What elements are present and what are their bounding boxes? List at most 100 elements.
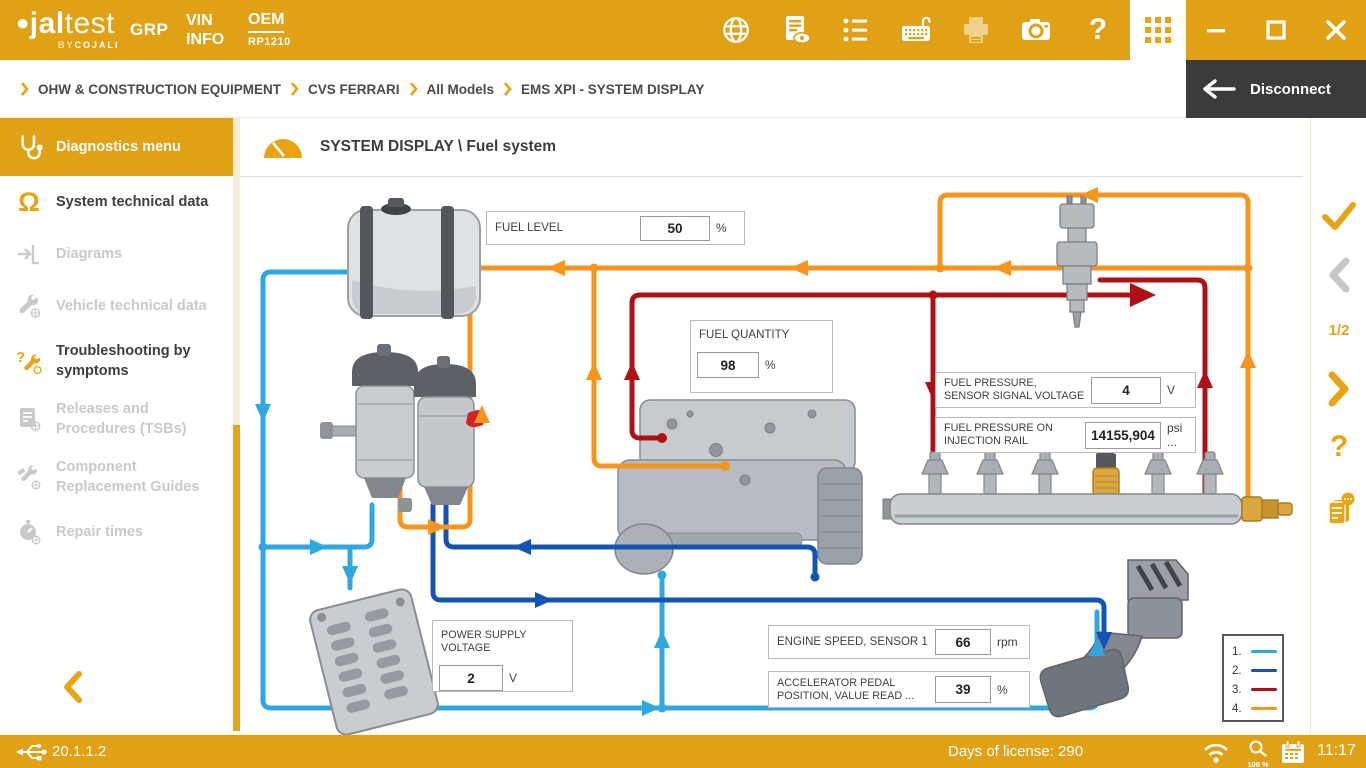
- breadcrumb-item-model[interactable]: All Models: [427, 82, 495, 97]
- back-arrow-icon: [1202, 78, 1238, 100]
- gauge-fuel-quantity: FUEL QUANTITY 98 %: [690, 320, 833, 393]
- fuel-rail-graphic: [883, 446, 1292, 524]
- calendar-icon[interactable]: [1280, 740, 1306, 768]
- legend-line-darkblue: [1251, 669, 1277, 673]
- omega-icon: Ω: [14, 187, 44, 217]
- svg-text:?: ?: [16, 349, 25, 366]
- document-stack-icon: [14, 404, 44, 434]
- status-bar: 20.1.1.2 Days of license: 290 100 % 11:1…: [0, 735, 1366, 768]
- gauge-power-supply-voltage: POWER SUPPLY VOLTAGE 2 V: [432, 620, 573, 692]
- ecu-graphic: [308, 587, 440, 735]
- version-label: 20.1.1.2: [52, 743, 106, 760]
- fuel-pressure-voltage-value[interactable]: 4: [1091, 377, 1161, 404]
- keyboard-icon[interactable]: [896, 13, 936, 47]
- vin-info-button[interactable]: VIN INFO: [186, 11, 224, 49]
- main-area: Diagnostics menu Ω System technical data…: [0, 118, 1366, 735]
- breadcrumb-item-system[interactable]: EMS XPI - SYSTEM DISPLAY: [521, 82, 704, 97]
- clock-label: 11:17: [1317, 742, 1356, 760]
- sidebar-item-releases-procedures[interactable]: Releases and Procedures (TSBs): [0, 390, 233, 448]
- legend-line-darkred: [1251, 688, 1277, 692]
- minimize-button[interactable]: [1194, 14, 1238, 46]
- breadcrumb-chevron-icon: [409, 82, 418, 96]
- jaltest-logo: ●jaltest BYCOJALI: [16, 8, 120, 50]
- breadcrumb-bar: OHW & CONSTRUCTION EQUIPMENT CVS FERRARI…: [0, 60, 1366, 118]
- app-window: ●jaltest BYCOJALI GRP VIN INFO OEM RP121…: [0, 0, 1366, 768]
- top-bar: ●jaltest BYCOJALI GRP VIN INFO OEM RP121…: [0, 0, 1366, 60]
- fuel-doc-icon: [1321, 490, 1357, 526]
- diagram-plug-icon: [14, 239, 44, 269]
- pipe-legend: 1. 2. 3. 4.: [1222, 634, 1284, 722]
- fuel-quantity-value[interactable]: 98: [697, 352, 759, 378]
- magnifier-icon: [1247, 739, 1269, 757]
- legend-line-lightblue: [1251, 650, 1277, 654]
- page-indicator: 1/2: [1311, 322, 1366, 339]
- sidebar-item-system-technical-data[interactable]: Ω System technical data: [0, 176, 233, 228]
- breadcrumb-chevron-icon: [290, 82, 299, 96]
- rail-pressure-value[interactable]: 14155,904: [1085, 422, 1161, 449]
- grp-button[interactable]: GRP: [130, 20, 168, 40]
- page-title: SYSTEM DISPLAY \ Fuel system: [320, 138, 556, 156]
- print-icon[interactable]: [956, 13, 996, 47]
- tools-icon: [14, 462, 44, 492]
- prev-page-button[interactable]: [1311, 256, 1366, 294]
- gauge-accelerator-pedal-position: ACCELERATOR PEDAL POSITION, VALUE READ .…: [768, 671, 1030, 708]
- logo-dot-icon: ●: [16, 10, 30, 35]
- list-menu-icon[interactable]: [836, 13, 876, 47]
- accelerator-pedal-graphic: [1040, 560, 1188, 717]
- sidebar-item-component-replacement-guides[interactable]: Component Replacement Guides: [0, 448, 233, 506]
- breadcrumb-chevron-icon: [20, 82, 29, 96]
- pedal-position-value[interactable]: 39: [935, 676, 991, 703]
- right-toolbar: 1/2 ?: [1310, 118, 1366, 735]
- check-icon: [1321, 200, 1357, 232]
- fuel-system-doc-button[interactable]: [1311, 490, 1366, 526]
- close-button[interactable]: [1314, 14, 1358, 46]
- help-icon[interactable]: ?: [1078, 13, 1118, 47]
- oem-rp1210-button[interactable]: OEM RP1210: [248, 11, 291, 48]
- grid-icon: [1143, 15, 1173, 45]
- language-globe-icon[interactable]: [716, 13, 756, 47]
- fuel-filters-graphic: [320, 344, 486, 512]
- maximize-button[interactable]: [1254, 14, 1298, 46]
- stopwatch-icon: [14, 517, 44, 547]
- chevron-left-icon: [1326, 256, 1352, 294]
- sidebar-collapse-button[interactable]: [60, 670, 86, 709]
- breadcrumb-chevron-icon: [503, 82, 512, 96]
- sidebar-item-vehicle-technical-data[interactable]: Vehicle technical data: [0, 280, 233, 332]
- question-wrench-icon: ?: [14, 346, 44, 376]
- fuel-tank-graphic: [348, 198, 480, 319]
- diagram-help-button[interactable]: ?: [1311, 430, 1366, 464]
- gauge-fuel-pressure-sensor-voltage: FUEL PRESSURE, SENSOR SIGNAL VOLTAGE 4 V: [935, 372, 1196, 408]
- breadcrumb: OHW & CONSTRUCTION EQUIPMENT CVS FERRARI…: [20, 60, 704, 118]
- confirm-button[interactable]: [1311, 200, 1366, 232]
- sidebar-item-diagnostics-menu[interactable]: Diagnostics menu: [0, 118, 233, 176]
- gauge-fuel-level: FUEL LEVEL 50 %: [486, 211, 745, 245]
- breadcrumb-item-brand[interactable]: CVS FERRARI: [308, 82, 400, 97]
- breadcrumb-item-category[interactable]: OHW & CONSTRUCTION EQUIPMENT: [38, 82, 281, 97]
- wrench-icon: [14, 291, 44, 321]
- content-panel: SYSTEM DISPLAY \ Fuel system: [240, 118, 1303, 735]
- legend-line-orange: [1251, 707, 1277, 711]
- sidebar-scroll-thumb[interactable]: [233, 425, 240, 731]
- sidebar-item-diagrams[interactable]: Diagrams: [0, 228, 233, 280]
- stethoscope-icon: [14, 132, 44, 162]
- injector-graphic: [1057, 196, 1097, 327]
- content-header: SYSTEM DISPLAY \ Fuel system: [240, 118, 1303, 177]
- power-supply-voltage-value[interactable]: 2: [439, 665, 503, 691]
- disconnect-button[interactable]: Disconnect: [1186, 60, 1366, 118]
- sidebar-item-repair-times[interactable]: Repair times: [0, 506, 233, 558]
- report-viewer-icon[interactable]: [776, 13, 816, 47]
- fuel-level-value[interactable]: 50: [640, 216, 710, 241]
- apps-grid-button[interactable]: [1130, 0, 1186, 60]
- engine-speed-value[interactable]: 66: [935, 629, 991, 655]
- sidebar-item-troubleshooting-by-symptoms[interactable]: ? Troubleshooting by symptoms: [0, 332, 233, 390]
- zoom-level-indicator: 100 %: [1240, 739, 1276, 768]
- license-days-label: Days of license: 290: [948, 743, 1083, 760]
- gauge-icon: [262, 134, 304, 160]
- gauge-fuel-pressure-rail: FUEL PRESSURE ON INJECTION RAIL 14155,90…: [935, 417, 1196, 453]
- screenshot-camera-icon[interactable]: [1016, 13, 1056, 47]
- wifi-icon: [1202, 741, 1230, 768]
- chevron-left-icon: [60, 670, 86, 704]
- next-page-button[interactable]: [1311, 370, 1366, 408]
- chevron-right-icon: [1326, 370, 1352, 408]
- sidebar: Diagnostics menu Ω System technical data…: [0, 118, 233, 735]
